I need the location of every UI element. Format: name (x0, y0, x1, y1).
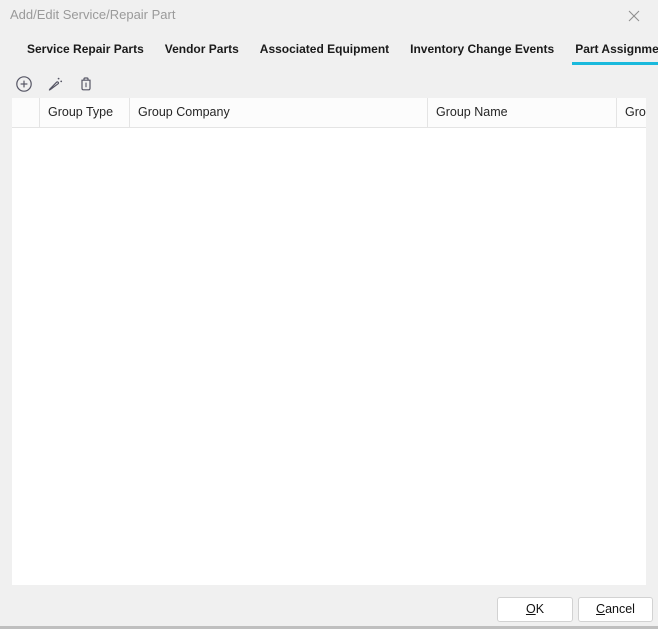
column-header-group-name[interactable]: Group Name (428, 98, 617, 128)
tab-service-repair-parts[interactable]: Service Repair Parts (24, 40, 147, 65)
tab-inventory-change-events[interactable]: Inventory Change Events (407, 40, 557, 65)
trash-icon (77, 75, 95, 93)
part-assignments-toolbar (14, 74, 96, 94)
tab-part-assignments[interactable]: Part Assignments (572, 40, 658, 65)
cancel-button-label: Cancel (579, 598, 652, 621)
ok-button-label: OK (498, 598, 572, 621)
add-button[interactable] (14, 74, 34, 94)
close-x-glyph (627, 9, 641, 23)
add-circle-icon (15, 75, 33, 93)
table-body-empty (12, 128, 646, 585)
part-assignments-table: Group Type Group Company Group Name Gro (12, 98, 646, 585)
tab-associated-equipment[interactable]: Associated Equipment (257, 40, 392, 65)
column-header-selector[interactable] (12, 98, 40, 128)
table-header-row: Group Type Group Company Group Name Gro (12, 98, 646, 128)
column-header-group-type[interactable]: Group Type (40, 98, 130, 128)
ok-button[interactable]: OK (497, 597, 573, 622)
delete-button[interactable] (76, 74, 96, 94)
edit-button[interactable] (45, 74, 65, 94)
cancel-button[interactable]: Cancel (578, 597, 653, 622)
add-edit-service-repair-part-dialog: Add/Edit Service/Repair Part Service Rep… (0, 0, 658, 629)
tab-vendor-parts[interactable]: Vendor Parts (162, 40, 242, 65)
dialog-title: Add/Edit Service/Repair Part (10, 7, 175, 22)
tab-bar: Service Repair Parts Vendor Parts Associ… (24, 40, 654, 65)
close-icon[interactable] (622, 4, 646, 28)
edit-wand-icon (46, 75, 64, 93)
column-header-group-clipped[interactable]: Gro (617, 98, 646, 128)
column-header-group-company[interactable]: Group Company (130, 98, 428, 128)
